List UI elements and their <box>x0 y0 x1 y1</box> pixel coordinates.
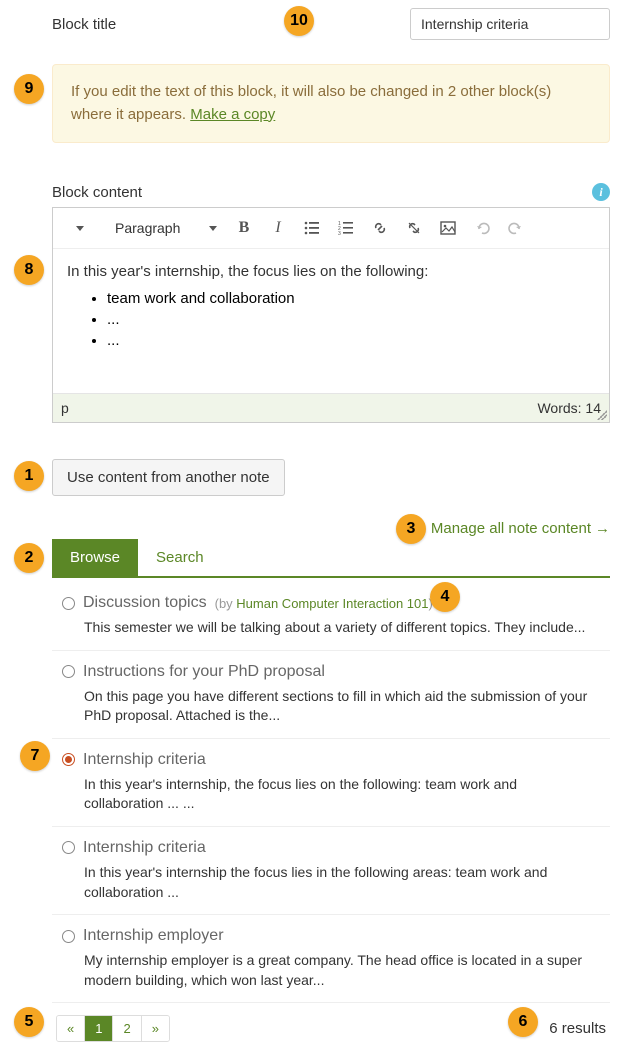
bold-button[interactable]: B <box>227 214 261 242</box>
note-radio[interactable] <box>62 930 75 943</box>
pager-next[interactable]: » <box>142 1016 169 1041</box>
tab-search[interactable]: Search <box>138 539 222 576</box>
callout-7: 7 <box>20 741 50 771</box>
block-title-label: Block title <box>52 16 128 33</box>
pager-page[interactable]: 2 <box>113 1016 141 1041</box>
note-title: Internship criteria <box>83 839 206 857</box>
italic-button[interactable]: I <box>261 214 295 242</box>
note-author: (by Human Computer Interaction 101) <box>215 596 433 611</box>
callout-5: 5 <box>14 1007 44 1037</box>
resize-grip-icon[interactable] <box>597 410 607 420</box>
callout-6: 6 <box>508 1007 538 1037</box>
note-radio[interactable] <box>62 665 75 678</box>
editor-body[interactable]: In this year's internship, the focus lie… <box>53 248 609 393</box>
note-item[interactable]: 4 Discussion topics (by Human Computer I… <box>52 578 610 651</box>
note-desc: In this year's internship the focus lies… <box>62 863 600 902</box>
note-item[interactable]: 7 Internship criteria In this year's int… <box>52 739 610 827</box>
editor-path: p <box>61 400 69 416</box>
note-list: 4 Discussion topics (by Human Computer I… <box>52 578 610 1003</box>
editor-list-item: team work and collaboration <box>107 290 595 307</box>
toolbar-expand-icon[interactable] <box>63 214 97 242</box>
callout-2: 2 <box>14 543 44 573</box>
note-item[interactable]: Internship criteria In this year's inter… <box>52 827 610 915</box>
shared-block-warning: If you edit the text of this block, it w… <box>52 64 610 143</box>
link-button[interactable] <box>363 214 397 242</box>
editor-list-item: ... <box>107 311 595 328</box>
note-title: Internship criteria <box>83 751 206 769</box>
redo-button[interactable] <box>499 214 533 242</box>
editor-footer: p Words: 14 <box>53 393 609 422</box>
image-button[interactable] <box>431 214 465 242</box>
info-icon[interactable]: i <box>592 183 610 201</box>
block-title-input[interactable] <box>410 8 610 40</box>
editor-list-item: ... <box>107 332 595 349</box>
chevron-down-icon <box>209 226 217 231</box>
pager-page[interactable]: 1 <box>85 1016 113 1041</box>
undo-button[interactable] <box>465 214 499 242</box>
note-desc: In this year's internship, the focus lie… <box>62 775 600 814</box>
note-desc: This semester we will be talking about a… <box>62 618 600 638</box>
paragraph-dropdown[interactable]: Paragraph <box>97 220 227 236</box>
note-radio[interactable] <box>62 753 75 766</box>
callout-10: 10 <box>284 6 314 36</box>
rich-text-editor: Paragraph B I 123 <box>52 207 610 423</box>
note-desc: My internship employer is a great compan… <box>62 951 600 990</box>
note-radio[interactable] <box>62 841 75 854</box>
note-title: Instructions for your PhD proposal <box>83 663 325 681</box>
block-content-label: Block content <box>52 184 142 201</box>
warning-text: If you edit the text of this block, it w… <box>71 83 551 123</box>
callout-8: 8 <box>14 255 44 285</box>
unlink-button[interactable] <box>397 214 431 242</box>
editor-intro-text: In this year's internship, the focus lie… <box>67 263 595 280</box>
note-title: Discussion topics <box>83 594 207 612</box>
callout-3: 3 <box>396 514 426 544</box>
numbered-list-button[interactable]: 123 <box>329 214 363 242</box>
author-link[interactable]: Human Computer Interaction 101 <box>236 596 428 611</box>
note-desc: On this page you have different sections… <box>62 687 600 726</box>
note-tabs: Browse Search <box>52 539 610 578</box>
note-title: Internship employer <box>83 927 224 945</box>
results-count: 6 results <box>549 1020 606 1037</box>
note-item[interactable]: Instructions for your PhD proposal On th… <box>52 651 610 739</box>
callout-4: 4 <box>430 582 460 612</box>
svg-text:3: 3 <box>338 231 341 236</box>
editor-toolbar: Paragraph B I 123 <box>53 208 609 248</box>
use-content-button[interactable]: Use content from another note <box>52 459 285 496</box>
note-radio[interactable] <box>62 597 75 610</box>
word-count: Words: 14 <box>537 400 601 416</box>
callout-9: 9 <box>14 74 44 104</box>
manage-all-notes-link[interactable]: Manage all note content→ <box>431 520 610 537</box>
make-copy-link[interactable]: Make a copy <box>190 106 275 123</box>
pager-prev[interactable]: « <box>57 1016 85 1041</box>
bullet-list-button[interactable] <box>295 214 329 242</box>
pager: « 1 2 » <box>56 1015 170 1042</box>
callout-1: 1 <box>14 461 44 491</box>
arrow-right-icon: → <box>591 520 610 537</box>
tab-browse[interactable]: Browse <box>52 539 138 576</box>
note-item[interactable]: Internship employer My internship employ… <box>52 915 610 1003</box>
